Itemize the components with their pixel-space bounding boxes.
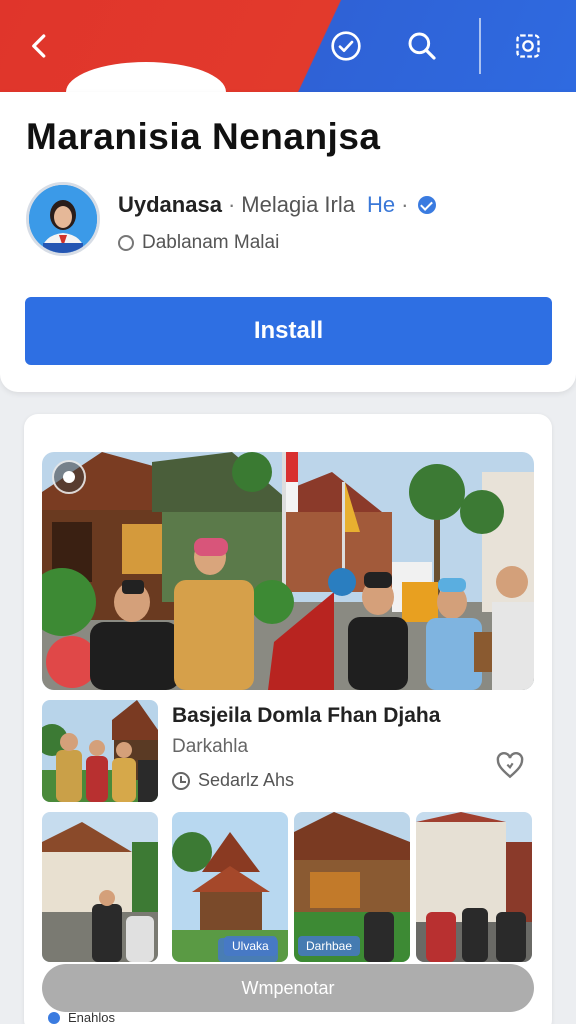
- separator-dot: ·: [227, 192, 236, 217]
- search-button[interactable]: [398, 22, 446, 70]
- item-meta-text: Sedarlz Ahs: [198, 770, 295, 790]
- gallery-illustration: [416, 812, 532, 962]
- share-button[interactable]: [504, 22, 552, 70]
- app-subtitle-line: Dablanam Malai: [118, 232, 279, 254]
- app-category[interactable]: Melagia Irla: [241, 192, 355, 217]
- back-arrow-icon: [32, 34, 46, 58]
- festival-scene-illustration: [42, 452, 534, 690]
- gallery-image[interactable]: Ulvaka: [172, 812, 288, 962]
- install-button[interactable]: Install: [25, 297, 552, 365]
- developer-avatar[interactable]: [26, 182, 100, 256]
- item-subtitle: Darkahla: [172, 736, 249, 757]
- separator-dot: ·: [401, 192, 409, 217]
- verified-badge-icon: [418, 196, 437, 214]
- item-thumbnail-illustration: [42, 700, 158, 802]
- gallery-tag: Darhbae: [298, 936, 361, 956]
- language-tag: He: [367, 192, 396, 217]
- video-play-badge-icon[interactable]: [52, 460, 86, 494]
- developer-line: Uydanasa · Melagia Irla He ·: [118, 192, 437, 218]
- bottom-peek-item: Enahlos: [48, 1010, 115, 1024]
- featured-content-card: Basjeila Domla Fhan Djaha Darkahla Sedar…: [24, 414, 552, 1024]
- check-circle-icon: [331, 31, 361, 61]
- share-icon: [516, 34, 540, 58]
- gallery-image[interactable]: [416, 812, 532, 962]
- hero-image[interactable]: [42, 452, 534, 690]
- favorite-button[interactable]: [494, 750, 526, 782]
- app-subtitle: Dablanam Malai: [142, 232, 280, 253]
- clock-icon: [172, 771, 190, 790]
- app-title: Maranisia Nenanjsa: [26, 116, 381, 157]
- item-title[interactable]: Basjeila Domla Fhan Djaha: [172, 704, 440, 728]
- verify-button[interactable]: [322, 22, 370, 70]
- bottom-peek-label: Enahlos: [68, 1010, 115, 1024]
- back-button[interactable]: [16, 22, 64, 70]
- gallery-tag: Ulvaka: [224, 936, 277, 956]
- status-dot-icon: [48, 1011, 60, 1024]
- heart-icon: [496, 752, 524, 779]
- developer-name[interactable]: Uydanasa: [118, 192, 222, 217]
- avatar-portrait: [29, 185, 97, 253]
- gallery-image[interactable]: [42, 812, 158, 962]
- toolbar-divider: [479, 18, 481, 74]
- top-app-bar: [0, 0, 576, 122]
- gallery-image[interactable]: Darhbae: [294, 812, 410, 962]
- item-meta: Sedarlz Ahs: [172, 770, 294, 791]
- floating-action-pill[interactable]: Wmpenotar: [42, 964, 534, 1012]
- item-thumbnail[interactable]: [42, 700, 158, 802]
- search-icon: [408, 32, 436, 60]
- circle-icon: [118, 235, 134, 251]
- gallery-illustration: [42, 812, 158, 962]
- app-header-card: Maranisia Nenanjsa Uydanasa · Melagia Irla…: [0, 92, 576, 392]
